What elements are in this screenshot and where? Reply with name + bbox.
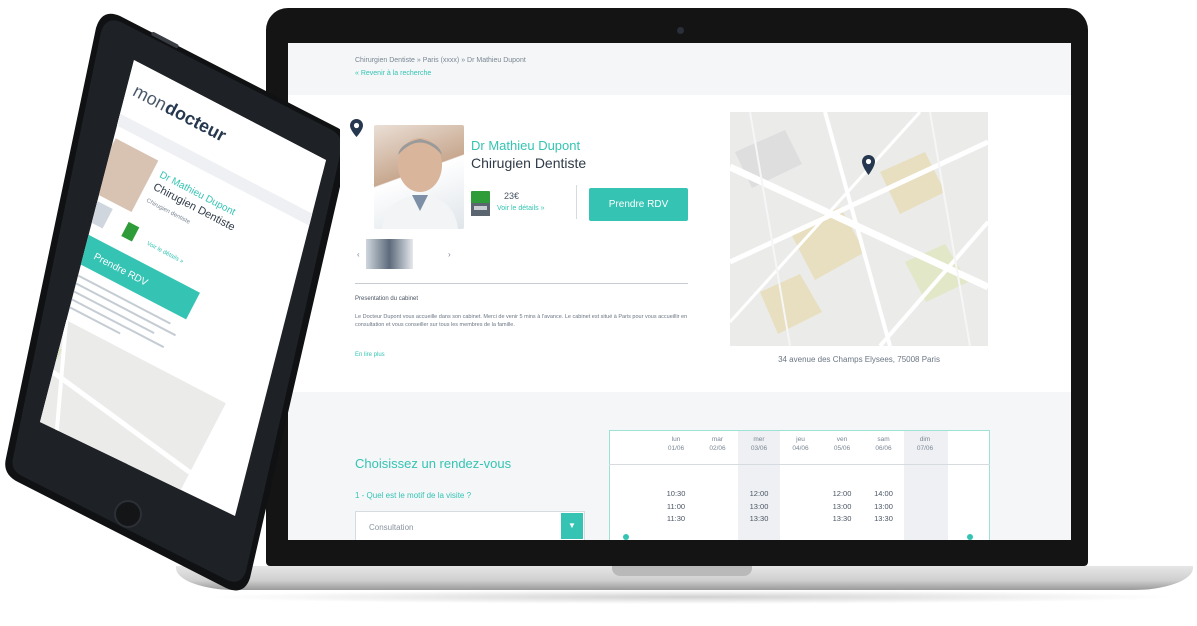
back-to-search-link[interactable]: « Revenir à la recherche [355, 70, 431, 77]
laptop-shadow [200, 590, 1180, 604]
thumbnail-next-icon[interactable]: › [448, 250, 451, 259]
presentation-title: Presentation du cabinet [355, 296, 419, 302]
phone-home-button[interactable] [114, 500, 142, 528]
booking-title: Choisissez un rendez-vous [355, 456, 512, 471]
calendar-day-name: sam [877, 436, 890, 443]
calendar-day-name: lun [671, 436, 681, 443]
time-slot[interactable]: 13:00 [864, 502, 904, 511]
divider [576, 185, 577, 219]
time-slot[interactable]: 14:00 [864, 489, 904, 498]
time-slot[interactable]: 13:00 [822, 502, 862, 511]
calendar-prev-icon[interactable] [623, 534, 629, 540]
calendar-day-date: 03/06 [750, 445, 768, 452]
calendar-next-icon[interactable] [967, 534, 973, 540]
calendar-day-date: 05/06 [833, 445, 851, 452]
presentation-text: Le Docteur Dupont vous accueille dans so… [355, 314, 688, 328]
laptop-notch [612, 566, 752, 576]
calendar-day-name: mar [711, 436, 724, 443]
calendar-day-date: 02/06 [709, 445, 726, 452]
calendar-header-divider [609, 464, 990, 465]
calendar-day-name: dim [919, 436, 931, 443]
calendar-day-header: lun 01/06 [656, 435, 696, 453]
consultation-price: 23€ [504, 191, 520, 201]
laptop-screen: Chirurgien Dentiste » Paris (xxxx) » Dr … [288, 43, 1071, 540]
doctor-photo [374, 125, 464, 229]
visit-reason-value: Consultation [369, 523, 414, 532]
calendar-day-name: ven [836, 436, 848, 443]
smartphone: mon docteur Dr Mathieu Dupont Chirugien … [5, 13, 340, 591]
time-slot[interactable]: 10:30 [656, 489, 696, 498]
location-map[interactable] [730, 112, 988, 346]
time-slot[interactable]: 11:30 [656, 514, 696, 523]
calendar-day-header: mar 02/06 [698, 435, 738, 453]
read-more-link[interactable]: En lire plus [355, 352, 385, 358]
calendar-day-date: 01/06 [667, 445, 685, 452]
webcam [677, 27, 684, 34]
time-slot[interactable]: 12:00 [739, 489, 779, 498]
carte-vitale-icon [471, 191, 490, 216]
calendar-day-date: 06/06 [875, 445, 892, 452]
calendar-day-header: mer 03/06 [739, 435, 779, 453]
calendar-day-header: ven 05/06 [822, 435, 862, 453]
calendar-day-date: 04/06 [792, 445, 809, 452]
calendar-day-header: dim 07/06 [905, 435, 945, 453]
calendar-day-name: jeu [796, 436, 805, 443]
price-details-link[interactable]: Voir le détails » [497, 205, 544, 212]
visit-reason-label: 1 - Quel est le motif de la visite ? [355, 491, 472, 500]
chevron-down-icon[interactable]: ▼ [561, 513, 583, 539]
book-appointment-button[interactable]: Prendre RDV [589, 188, 688, 221]
calendar-day-date: 07/06 [916, 445, 934, 452]
office-address: 34 avenue des Champs Elysees, 75008 Pari… [778, 355, 940, 364]
doctor-specialty: Chirugien Dentiste [471, 155, 587, 171]
time-slot[interactable]: 11:00 [656, 502, 696, 511]
location-pin-icon [350, 119, 363, 137]
map-marker-icon[interactable] [862, 155, 875, 175]
office-photo-thumbnail[interactable] [366, 239, 413, 269]
doctor-name: Dr Mathieu Dupont [471, 138, 581, 153]
breadcrumb[interactable]: Chirurgien Dentiste » Paris (xxxx) » Dr … [355, 57, 526, 64]
time-slot[interactable]: 12:00 [822, 489, 862, 498]
calendar-day-header: sam 06/06 [864, 435, 904, 453]
time-slot[interactable]: 13:30 [822, 514, 862, 523]
time-slot[interactable]: 13:30 [739, 514, 779, 523]
calendar-day-name: mer [753, 436, 765, 443]
section-divider [355, 283, 688, 284]
calendar-day-header: jeu 04/06 [781, 435, 821, 453]
time-slot[interactable]: 13:30 [864, 514, 904, 523]
thumbnail-prev-icon[interactable]: ‹ [357, 250, 360, 259]
time-slot[interactable]: 13:00 [739, 502, 779, 511]
breadcrumb-bar [288, 43, 1071, 95]
